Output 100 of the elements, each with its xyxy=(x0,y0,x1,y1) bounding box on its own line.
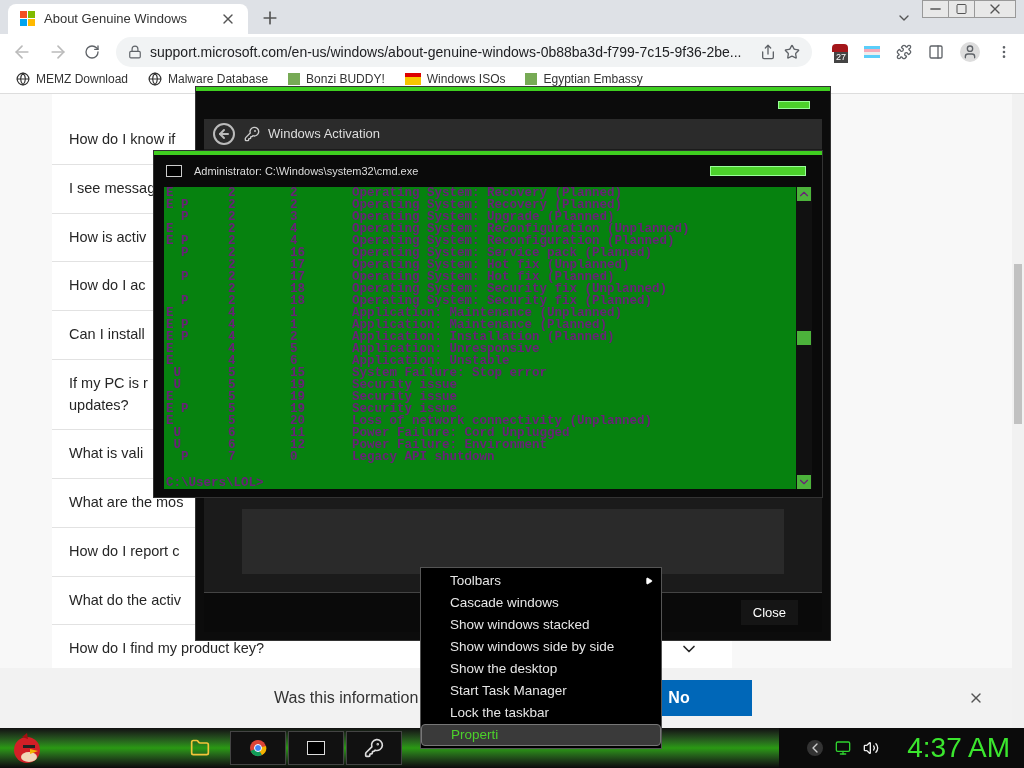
flag-text: P xyxy=(180,271,189,283)
flag-text: E xyxy=(166,187,174,199)
major-code: 4 xyxy=(228,343,236,355)
major-code: 2 xyxy=(228,223,236,235)
extension-badge: 27 xyxy=(834,52,848,63)
reason-text: Operating System: Recovery (Planned) xyxy=(352,199,623,211)
shield-icon[interactable] xyxy=(832,44,848,52)
reason-text: Loss of network connectivity (Unplanned) xyxy=(352,415,653,427)
bookmark[interactable]: Egyptian Embassy xyxy=(525,70,643,88)
back-icon[interactable] xyxy=(212,122,236,146)
star-icon[interactable] xyxy=(784,44,800,60)
menu-item[interactable]: Lock the taskbar xyxy=(421,702,661,724)
console-icon[interactable] xyxy=(307,741,325,755)
browser-icon[interactable] xyxy=(249,739,267,757)
major-code: 5 xyxy=(228,379,236,391)
reason-text: Operating System: Hot fix (Unplanned) xyxy=(352,259,630,271)
minor-code: 4 xyxy=(290,235,298,247)
share-icon[interactable] xyxy=(760,44,776,60)
scrollbar-thumb[interactable] xyxy=(1014,264,1022,424)
reason-text: Application: Maintenance (Unplanned) xyxy=(352,307,623,319)
window-title: Administrator: C:\Windows\system32\cmd.exe xyxy=(194,163,420,179)
flag-text: E xyxy=(166,343,174,355)
window-title: Windows Activation xyxy=(268,125,380,144)
monitor-icon[interactable] xyxy=(835,740,852,756)
flag-text: E P xyxy=(166,235,189,247)
close-button[interactable]: Close xyxy=(740,599,798,626)
menu-item[interactable]: Start Task Manager xyxy=(421,680,661,702)
minor-code: 20 xyxy=(290,415,305,427)
minor-code: 18 xyxy=(290,283,305,295)
major-code: 5 xyxy=(228,391,236,403)
reason-text: Legacy API shutdown xyxy=(352,451,495,463)
major-code: 6 xyxy=(228,427,236,439)
scrollbar[interactable] xyxy=(796,187,812,489)
major-code: 2 xyxy=(228,259,236,271)
globe-icon xyxy=(148,72,163,86)
minor-code: 6 xyxy=(290,355,298,367)
bookmark[interactable]: Bonzi BUDDY! xyxy=(288,70,385,88)
reason-text: Application: Unstable xyxy=(352,355,510,367)
reason-text: Operating System: Service pack (Planned) xyxy=(352,247,653,259)
minor-code: 2 xyxy=(290,199,298,211)
bookmark[interactable]: MEMZ Download xyxy=(16,70,129,88)
bookmark[interactable]: Malware Database xyxy=(148,70,269,88)
bookmark-icon xyxy=(288,73,301,85)
major-code: 4 xyxy=(228,331,236,343)
extensions-icon[interactable] xyxy=(896,44,912,60)
reason-text: Power Failure: Cord Unplugged xyxy=(352,427,570,439)
flag-text: U xyxy=(172,367,181,379)
keys-icon[interactable] xyxy=(364,738,384,758)
chevron-icon[interactable] xyxy=(807,740,824,756)
folder-icon[interactable] xyxy=(190,738,210,758)
reload-icon[interactable] xyxy=(84,44,100,60)
flag-text: E P xyxy=(166,199,189,211)
minor-code: 2 xyxy=(290,331,298,343)
menu-item[interactable]: Properti xyxy=(421,724,661,746)
flag-text: E xyxy=(166,223,174,235)
reason-text: Security issue xyxy=(352,391,458,403)
flag-text: U xyxy=(172,427,181,439)
major-code: 5 xyxy=(228,415,236,427)
reason-text: Application: Maintenance (Planned) xyxy=(352,319,608,331)
scroll-down-icon[interactable] xyxy=(797,475,811,489)
major-code: 2 xyxy=(228,199,236,211)
bookmark[interactable]: Windows ISOs xyxy=(404,70,506,88)
side-panel-icon[interactable] xyxy=(928,44,944,60)
minor-code: 19 xyxy=(290,403,305,415)
address-bar[interactable]: support.microsoft.com/en-us/windows/about-genuine-windows-0b88ba3d-f799-7c15-9f36-2be... xyxy=(116,37,812,67)
lock-icon xyxy=(128,45,142,59)
major-code: 5 xyxy=(228,403,236,415)
menu-item[interactable]: Show windows stacked xyxy=(421,614,661,636)
reason-text: Application: Unresponsive xyxy=(352,343,540,355)
keys-icon xyxy=(244,126,260,142)
reason-text: Operating System: Hot fix (Planned) xyxy=(352,271,615,283)
major-code: 2 xyxy=(228,187,236,199)
minor-code: 4 xyxy=(290,223,298,235)
major-code: 4 xyxy=(228,355,236,367)
browser-tab[interactable]: About Genuine Windows xyxy=(8,4,248,34)
scroll-up-icon[interactable] xyxy=(797,187,811,201)
major-code: 4 xyxy=(228,319,236,331)
major-code: 2 xyxy=(228,235,236,247)
minor-code: 17 xyxy=(290,271,305,283)
flag-text: P xyxy=(180,247,189,259)
reason-text: Operating System: Recovery (Planned) xyxy=(352,187,623,199)
reason-text: Operating System: Upgrade (Planned) xyxy=(352,211,615,223)
major-code: 7 xyxy=(228,451,236,463)
profile-icon[interactable] xyxy=(960,42,980,62)
major-code: 5 xyxy=(228,367,236,379)
scrollbar-thumb[interactable] xyxy=(797,331,811,345)
menu-item[interactable]: Cascade windows xyxy=(421,592,661,614)
minor-code: 17 xyxy=(290,259,305,271)
reason-text: Operating System: Security fix (Unplanned) xyxy=(352,283,668,295)
speaker-icon[interactable] xyxy=(863,740,880,756)
major-code: 4 xyxy=(228,307,236,319)
flag-text: E xyxy=(166,355,174,367)
windows-logo-icon xyxy=(20,11,36,27)
minor-code: 12 xyxy=(290,439,305,451)
menu-item[interactable]: Show windows side by side xyxy=(421,636,661,658)
major-code: 6 xyxy=(228,439,236,451)
minor-code: 19 xyxy=(290,379,305,391)
reason-text: Power Failure: Environment xyxy=(352,439,548,451)
bookmark-icon xyxy=(404,73,421,85)
menu-item[interactable]: Toolbars xyxy=(421,570,661,592)
